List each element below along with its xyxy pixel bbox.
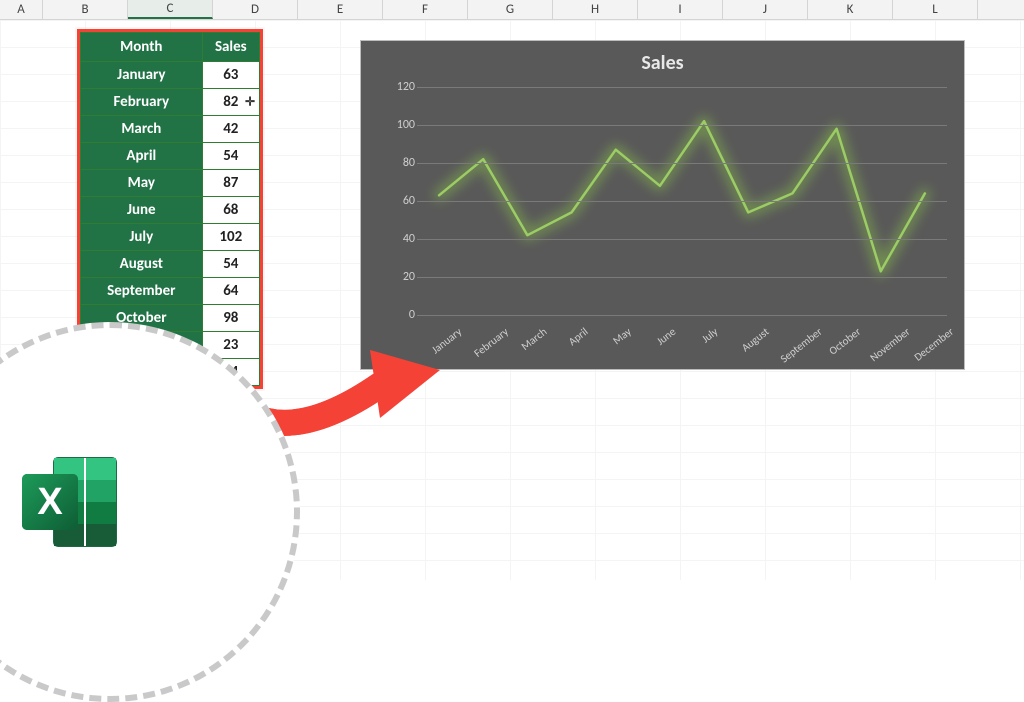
- chart-y-tick: 100: [377, 118, 415, 132]
- chart-gridline: [417, 201, 947, 202]
- chart-x-tick: February: [472, 325, 511, 360]
- cell-sales[interactable]: 42: [202, 116, 259, 143]
- column-header-J[interactable]: J: [723, 0, 808, 19]
- chart-y-tick: 60: [377, 194, 415, 208]
- cell-sales[interactable]: 63: [202, 62, 259, 89]
- table-row[interactable]: May87: [81, 170, 260, 197]
- table-header-sales: Sales: [202, 33, 259, 62]
- chart-gridline: [417, 125, 947, 126]
- cell-month[interactable]: September: [81, 278, 203, 305]
- chart-gridline: [417, 315, 947, 316]
- chart-x-tick: November: [867, 325, 912, 364]
- chart-x-tick: April: [566, 325, 591, 348]
- table-header-month: Month: [81, 33, 203, 62]
- chart-y-tick: 80: [377, 156, 415, 170]
- table-row[interactable]: February82✛: [81, 89, 260, 116]
- table-row[interactable]: August54: [81, 251, 260, 278]
- table-row[interactable]: July102: [81, 224, 260, 251]
- cell-sales[interactable]: 98: [202, 305, 259, 332]
- column-header-D[interactable]: D: [213, 0, 298, 19]
- cell-sales[interactable]: 64: [202, 278, 259, 305]
- cell-month[interactable]: July: [81, 224, 203, 251]
- cell-month[interactable]: June: [81, 197, 203, 224]
- chart-x-tick: August: [739, 325, 771, 354]
- table-row[interactable]: January63: [81, 62, 260, 89]
- column-header-H[interactable]: H: [553, 0, 638, 19]
- chart-x-tick: December: [912, 325, 956, 364]
- column-header-A[interactable]: A: [0, 0, 43, 19]
- chart-gridline: [417, 87, 947, 88]
- chart-x-tick: September: [778, 325, 825, 366]
- chart-x-tick: March: [519, 325, 550, 353]
- column-header-F[interactable]: F: [383, 0, 468, 19]
- cell-month[interactable]: May: [81, 170, 203, 197]
- chart-y-tick: 20: [377, 270, 415, 284]
- cell-sales[interactable]: 102: [202, 224, 259, 251]
- chart-gridline: [417, 239, 947, 240]
- cell-month[interactable]: March: [81, 116, 203, 143]
- sales-line-chart[interactable]: Sales 0 20 40 60 80 100 120 January February Mar…: [360, 40, 965, 370]
- column-header-G[interactable]: G: [468, 0, 553, 19]
- column-header-C[interactable]: C: [128, 0, 213, 19]
- column-header-row: ABCDEFGHIJKL: [0, 0, 1024, 20]
- cell-sales[interactable]: 82✛: [202, 89, 259, 116]
- chart-y-axis: 020406080100120: [377, 81, 415, 315]
- chart-x-tick: January: [429, 325, 464, 356]
- chart-y-tick: 120: [377, 80, 415, 94]
- chart-x-tick: October: [826, 325, 863, 358]
- excel-logo-icon: X: [18, 452, 123, 552]
- cell-month[interactable]: January: [81, 62, 203, 89]
- column-header-L[interactable]: L: [893, 0, 978, 19]
- cell-sales[interactable]: 68: [202, 197, 259, 224]
- table-row[interactable]: June68: [81, 197, 260, 224]
- column-header-B[interactable]: B: [43, 0, 128, 19]
- column-header-E[interactable]: E: [298, 0, 383, 19]
- chart-gridline: [417, 277, 947, 278]
- cell-month[interactable]: April: [81, 143, 203, 170]
- chart-x-axis: January February March April May June July Augu…: [417, 317, 947, 371]
- excel-logo-letter: X: [37, 481, 63, 523]
- cell-sales[interactable]: 54: [202, 251, 259, 278]
- chart-x-tick: July: [699, 325, 720, 346]
- cell-sales[interactable]: 54: [202, 143, 259, 170]
- column-header-K[interactable]: K: [808, 0, 893, 19]
- chart-y-tick: 40: [377, 232, 415, 246]
- column-header-I[interactable]: I: [638, 0, 723, 19]
- chart-title: Sales: [361, 41, 964, 75]
- chart-gridline: [417, 163, 947, 164]
- table-row[interactable]: September64: [81, 278, 260, 305]
- cell-cursor-icon: ✛: [245, 95, 255, 110]
- chart-y-tick: 0: [377, 308, 415, 322]
- cell-month[interactable]: August: [81, 251, 203, 278]
- chart-plot-area: [417, 87, 947, 315]
- cell-month[interactable]: February: [81, 89, 203, 116]
- cell-sales[interactable]: 87: [202, 170, 259, 197]
- table-row[interactable]: March42: [81, 116, 260, 143]
- chart-x-tick: May: [610, 325, 633, 347]
- table-row[interactable]: April54: [81, 143, 260, 170]
- chart-x-tick: June: [654, 325, 678, 348]
